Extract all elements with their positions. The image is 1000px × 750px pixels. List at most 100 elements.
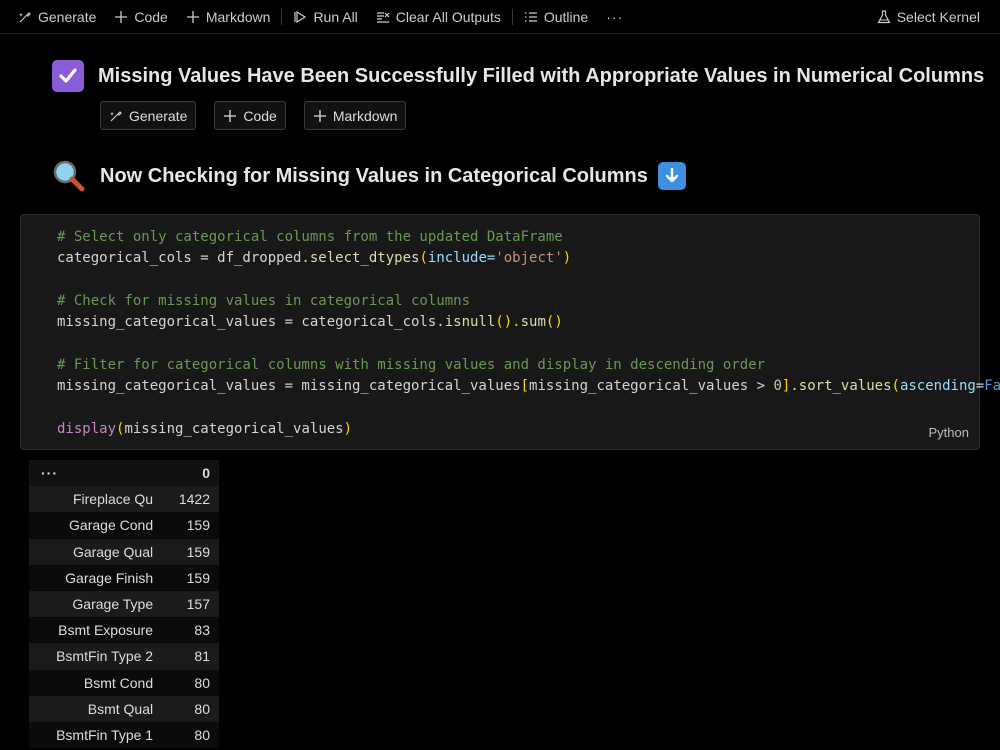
list-icon — [524, 10, 538, 24]
run-all-button[interactable]: Run All — [284, 0, 366, 34]
code-text: . — [790, 378, 799, 395]
row-label: Bsmt Cond — [29, 669, 163, 696]
row-value: 80 — [162, 721, 219, 749]
output-dataframe-table: ··· 0 Fireplace Qu 1422 Garage Cond 159 Ga… — [29, 460, 219, 749]
row-value: 81 — [162, 643, 219, 670]
table-row: Garage Qual 159 — [29, 538, 219, 565]
code-string: 'object' — [495, 250, 563, 267]
magnifier-icon — [52, 159, 86, 193]
table-row: BsmtFin Type 1 80 — [29, 721, 219, 749]
code-comment: # Check for missing values in categorica… — [57, 292, 471, 309]
generate-button[interactable]: Generate — [0, 0, 105, 34]
code-text: missing_categorical_values — [124, 420, 344, 437]
code-text: = — [975, 378, 985, 395]
heading-text: Now Checking for Missing Values in Categ… — [100, 164, 648, 187]
table-row: Garage Finish 159 — [29, 564, 219, 591]
code-text: missing_categorical_values = missing_cat… — [57, 378, 521, 395]
clear-outputs-button[interactable]: Clear All Outputs — [367, 0, 510, 34]
plus-icon — [114, 10, 128, 24]
code-bracket: ) — [562, 250, 572, 267]
code-editor[interactable]: # Select only categorical columns from t… — [57, 227, 1000, 440]
insert-code-label: Code — [243, 107, 277, 124]
insert-markdown-label: Markdown — [332, 107, 398, 124]
plus-icon — [186, 10, 200, 24]
code-comment: # Select only categorical columns from t… — [57, 229, 563, 245]
outline-label: Outline — [543, 8, 589, 25]
code-method: sum — [520, 314, 546, 331]
insert-cell-toolbar: Generate Code Markdown — [100, 101, 407, 130]
sparkle-pen-icon — [18, 10, 32, 24]
code-comment: # Filter for categorical columns with mi… — [57, 356, 766, 373]
code-text: categorical_cols = df_dropped. — [57, 250, 310, 267]
row-label: Garage Finish — [29, 564, 163, 591]
heading-text: Missing Values Have Been Successfully Fi… — [98, 64, 985, 87]
row-label: Bsmt Qual — [29, 695, 163, 722]
clear-outputs-label: Clear All Outputs — [395, 8, 501, 25]
row-label: Garage Qual — [29, 538, 163, 565]
sparkle-pen-icon — [109, 109, 123, 123]
code-number: 0 — [773, 378, 782, 395]
table-row: Bsmt Qual 80 — [29, 695, 219, 722]
notebook-toolbar: Generate Code Markdown Run All Clear All… — [0, 0, 1000, 34]
code-text: missing_categorical_values = categorical… — [57, 314, 445, 331]
run-all-label: Run All — [313, 8, 358, 25]
row-value: 157 — [162, 590, 219, 618]
clear-all-icon — [376, 10, 390, 24]
row-label: BsmtFin Type 1 — [29, 721, 163, 749]
code-method: isnull — [444, 314, 496, 331]
add-markdown-label: Markdown — [205, 8, 271, 25]
select-kernel-button[interactable]: Select Kernel — [868, 0, 1000, 34]
code-bracket: () — [545, 314, 563, 331]
row-value: 1422 — [162, 486, 219, 513]
check-box-icon — [52, 60, 84, 92]
code-text: missing_categorical_values > — [529, 378, 774, 395]
index-header[interactable]: ··· — [29, 460, 163, 487]
code-bracket: ) — [343, 420, 353, 437]
toolbar-divider — [281, 8, 283, 25]
insert-code-button[interactable]: Code — [214, 101, 286, 130]
table-row: BsmtFin Type 2 81 — [29, 643, 219, 670]
add-code-button[interactable]: Code — [105, 0, 176, 34]
row-value: 80 — [162, 669, 219, 696]
row-value: 159 — [162, 512, 219, 539]
table-row: Bsmt Cond 80 — [29, 669, 219, 696]
table-row: Bsmt Exposure 83 — [29, 617, 219, 644]
row-label: Garage Type — [29, 590, 163, 618]
outline-button[interactable]: Outline — [515, 0, 597, 34]
cell-language-label[interactable]: Python — [929, 425, 969, 440]
select-kernel-label: Select Kernel — [896, 8, 980, 25]
table-row: Fireplace Qu 1422 — [29, 486, 219, 513]
markdown-heading-filled: Missing Values Have Been Successfully Fi… — [52, 60, 984, 92]
add-markdown-button[interactable]: Markdown — [177, 0, 280, 34]
code-bracket: ( — [419, 250, 428, 267]
row-label: Garage Cond — [29, 512, 163, 539]
code-method: sort_values — [798, 378, 892, 395]
code-cell[interactable]: # Select only categorical columns from t… — [20, 214, 1000, 450]
insert-generate-label: Generate — [129, 107, 188, 124]
row-label: BsmtFin Type 2 — [29, 643, 163, 670]
row-value: 159 — [162, 538, 219, 565]
plus-icon — [313, 109, 327, 123]
plus-icon — [223, 109, 237, 123]
down-arrow-icon — [657, 162, 686, 190]
code-method: select_dtypes — [309, 250, 420, 267]
table-row: Garage Type 157 — [29, 590, 219, 618]
code-bracket: ( — [891, 378, 900, 395]
insert-markdown-button[interactable]: Markdown — [303, 101, 407, 130]
row-value: 80 — [162, 695, 219, 722]
toolbar-divider — [511, 8, 513, 25]
code-param: include= — [427, 250, 496, 267]
code-param: ascending — [899, 378, 976, 395]
flask-icon — [877, 9, 891, 24]
code-function: display — [57, 420, 117, 437]
code-bracket: (). — [495, 314, 521, 331]
value-column-header: 0 — [162, 460, 219, 487]
insert-generate-button[interactable]: Generate — [100, 101, 197, 130]
table-row: Garage Cond 159 — [29, 512, 219, 539]
markdown-heading-checking: Now Checking for Missing Values in Categ… — [52, 159, 686, 193]
table-header-row: ··· 0 — [29, 460, 219, 487]
generate-label: Generate — [38, 8, 97, 25]
more-actions-button[interactable]: ··· — [597, 0, 632, 34]
add-code-label: Code — [134, 8, 168, 25]
row-value: 159 — [162, 564, 219, 591]
